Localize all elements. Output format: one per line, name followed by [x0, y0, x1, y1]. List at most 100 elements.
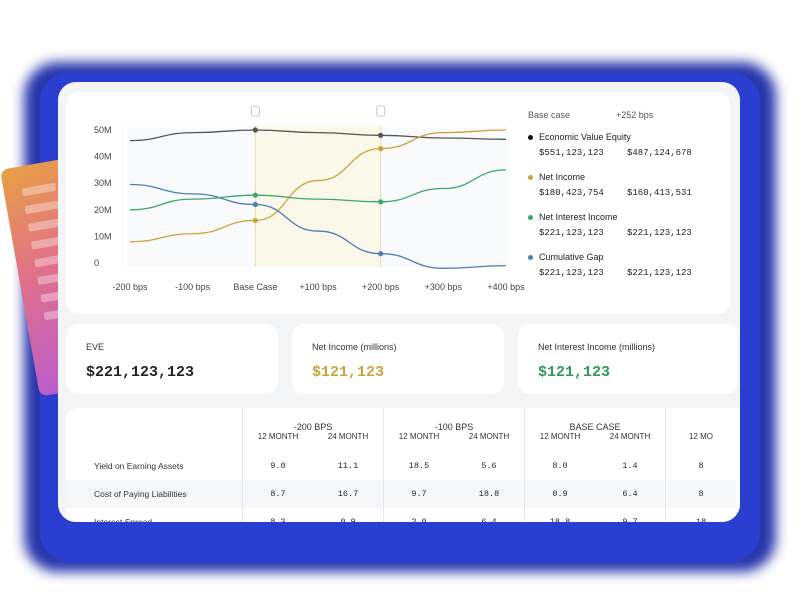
legend-base-value: $221,123,123	[539, 268, 604, 278]
table-cell: 1.4	[622, 461, 638, 471]
table-cell: 18.5	[383, 452, 454, 480]
legend-item-name: Net Income	[528, 172, 718, 182]
legend-dot-icon	[528, 134, 533, 140]
legend-item: Net Income $180,423,754 $160,413,531	[528, 172, 718, 198]
table-cell: 16.7	[313, 480, 384, 508]
group-header: -100 BPS	[383, 408, 525, 432]
table-cell: 8	[665, 452, 736, 480]
line-chart: 50M 40M 30M 20M 10M 0 -200 bps -100 bps Base Cas…	[94, 105, 525, 292]
x-tick-label: Base Case	[233, 282, 277, 292]
legend-base-value: $180,423,754	[539, 188, 604, 198]
table-cell: 6.4	[481, 517, 497, 522]
eve-value: $221,123,123	[86, 364, 195, 381]
y-tick-label: 0	[94, 258, 99, 268]
net-interest-income-label: Net Interest Income (millions)	[538, 342, 656, 352]
row-label: Interest Spread	[94, 517, 153, 522]
legend-shock-value: $160,413,531	[627, 188, 692, 198]
legend-dot-icon	[528, 254, 533, 260]
sub-header: 12 MONTH	[383, 432, 454, 452]
legend-item-name: Economic Value Equity	[528, 132, 718, 142]
table-cell: 5.6	[481, 461, 497, 471]
chart-legend: Base case +252 bps Economic Value Equity…	[528, 110, 718, 292]
data-point	[378, 251, 384, 257]
sub-header: 12 MONTH	[524, 432, 595, 452]
legend-base-value: $551,123,123	[539, 148, 604, 158]
data-point	[378, 199, 384, 205]
legend-shock-value: $221,123,123	[627, 268, 692, 278]
legend-item: Cumulative Gap $221,123,123 $221,123,123	[528, 252, 718, 278]
legend-item-label: Economic Value Equity	[539, 132, 631, 142]
table-cell: 8.3	[242, 508, 313, 522]
legend-col-shock: +252 bps	[616, 110, 654, 120]
group-header: -200 BPS	[242, 408, 384, 432]
data-point	[252, 201, 258, 208]
eve-label: EVE	[86, 342, 105, 352]
dashboard-panel: 50M 40M 30M 20M 10M 0 -200 bps -100 bps Base Cas…	[58, 82, 740, 522]
data-point	[252, 192, 258, 198]
marker-handle-icon[interactable]	[376, 105, 386, 117]
table-cell: 8.0	[524, 452, 595, 480]
sub-header: 24 MONTH	[609, 432, 651, 441]
scenario-table-card: -200 BPS -100 BPS BASE CASE 12 MONTH 24 …	[66, 408, 740, 522]
sub-header: 12 MO	[665, 432, 736, 452]
legend-item: Net Interest Income $221,123,123 $221,123,…	[528, 212, 718, 238]
sub-header: 24 MONTH	[327, 432, 369, 441]
x-tick-label: +300 bps	[425, 282, 463, 292]
group-header: BASE CASE	[524, 408, 666, 432]
legend-header: Base case +252 bps	[528, 110, 718, 120]
table-cell: 8	[665, 480, 736, 508]
legend-item-values: $221,123,123 $221,123,123	[528, 268, 718, 278]
data-point	[378, 146, 384, 152]
x-tick-label: -200 bps	[112, 282, 148, 292]
legend-item-values: $551,123,123 $487,124,678	[528, 148, 718, 158]
y-tick-label: 20M	[94, 205, 112, 215]
table-cell: 6.4	[595, 480, 666, 508]
y-tick-label: 30M	[94, 178, 112, 188]
table-cell: 9.7	[383, 480, 454, 508]
table-row: Yield on Earning Assets 9.0 11.1 18.5 5.…	[66, 452, 736, 480]
legend-item: Economic Value Equity $551,123,123 $487,12…	[528, 132, 718, 158]
y-tick-label: 40M	[94, 152, 112, 162]
legend-base-value: $221,123,123	[539, 228, 604, 238]
legend-col-base: Base case	[528, 110, 571, 120]
data-point	[378, 132, 384, 138]
eve-card: EVE $221,123,123	[66, 324, 278, 394]
x-tick-label: +400 bps	[487, 282, 525, 292]
table-cell: 18	[665, 508, 736, 522]
x-tick-label: +100 bps	[299, 282, 337, 292]
table-cell: 18.8	[524, 508, 595, 522]
legend-item-name: Net Interest Income	[528, 212, 718, 222]
net-interest-income-card: Net Interest Income (millions) $121,123	[518, 324, 738, 394]
y-tick-label: 10M	[94, 231, 112, 241]
legend-dot-icon	[528, 214, 533, 220]
legend-shock-value: $221,123,123	[627, 228, 692, 238]
y-tick-label: 50M	[94, 125, 112, 135]
table-row: Cost of Paying Liabilities 8.7 16.7 9.7 …	[66, 480, 736, 508]
net-interest-income-value: $121,123	[538, 364, 611, 381]
table-cell: 2.0	[383, 508, 454, 522]
table-cell: 18.8	[454, 480, 525, 508]
row-label: Cost of Paying Liabilities	[66, 480, 243, 508]
row-label: Yield on Earning Assets	[94, 461, 184, 471]
data-point	[252, 127, 258, 133]
net-income-card: Net Income (millions) $121,123	[292, 324, 504, 394]
legend-item-values: $180,423,754 $160,413,531	[528, 188, 718, 198]
legend-item-name: Cumulative Gap	[528, 252, 718, 262]
table-cell: 9.0	[242, 452, 313, 480]
sub-header: 12 MONTH	[242, 432, 313, 452]
table-cell: 0.9	[524, 480, 595, 508]
table-row: Interest Spread 8.3 0.9 2.0 6.4 18.8 9.7…	[66, 508, 736, 522]
marker-handle-icon[interactable]	[250, 105, 260, 117]
legend-shock-value: $487,124,678	[627, 148, 692, 158]
x-tick-label: -100 bps	[175, 282, 211, 292]
table-cell: 9.7	[622, 517, 638, 522]
table-cell: 0.9	[340, 517, 356, 522]
sub-header: 24 MONTH	[468, 432, 510, 441]
chart-card: 50M 40M 30M 20M 10M 0 -200 bps -100 bps Base Cas…	[66, 92, 730, 314]
net-income-value: $121,123	[312, 364, 385, 381]
table-cell: 8.7	[242, 480, 313, 508]
scenario-table: -200 BPS -100 BPS BASE CASE 12 MONTH 24 …	[66, 408, 736, 522]
legend-item-label: Cumulative Gap	[539, 252, 604, 262]
legend-item-label: Net Interest Income	[539, 212, 618, 222]
data-point	[252, 217, 258, 224]
